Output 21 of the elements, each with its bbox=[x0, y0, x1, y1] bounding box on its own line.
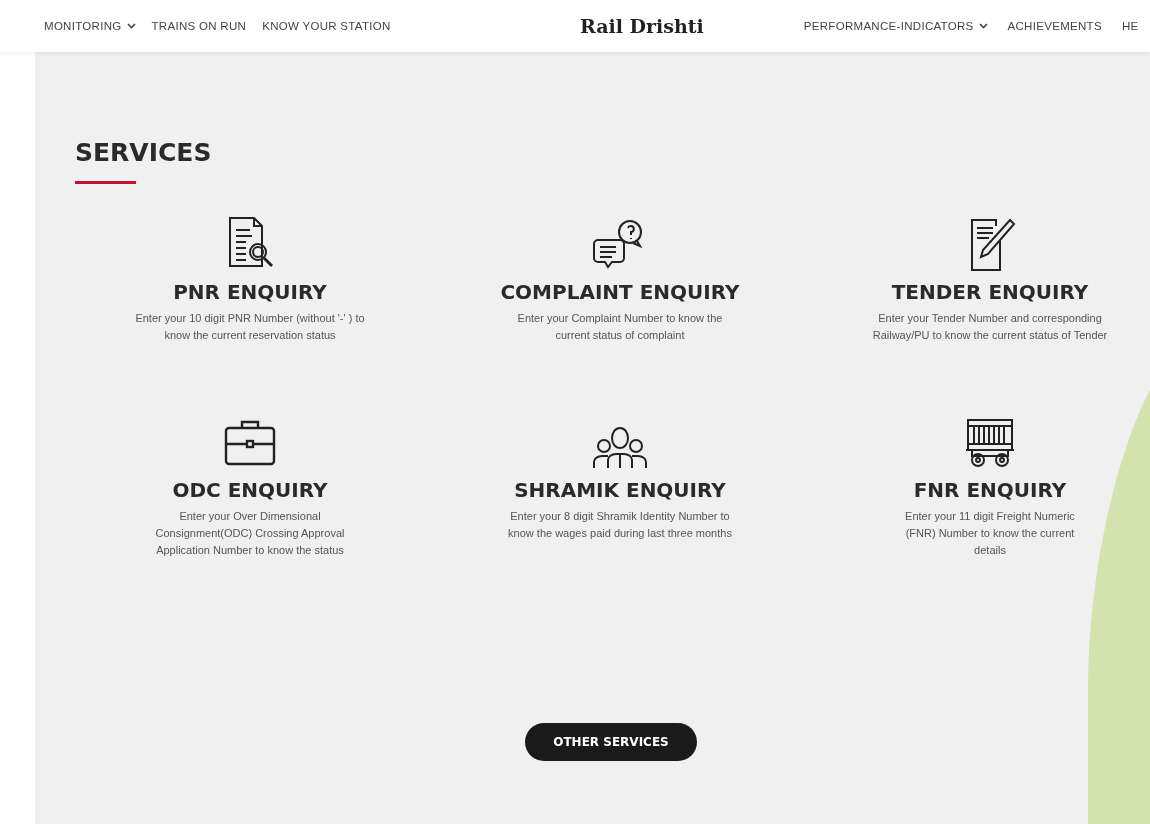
nav-link[interactable]: ACHIEVEMENTS bbox=[1007, 20, 1102, 32]
nav-link[interactable]: KNOW YOUR STATION bbox=[262, 20, 391, 32]
section-heading: SERVICES bbox=[75, 138, 212, 167]
service-description: Enter your Over Dimensional Consignment(ODC) Crossing Approval Application Number to know the status bbox=[154, 509, 346, 558]
service-title[interactable]: FNR ENQUIRY bbox=[913, 478, 1067, 502]
other-services-button[interactable]: OTHER SERVICES bbox=[525, 723, 697, 761]
service-description: Enter your Complaint Number to know the current status of complaint bbox=[516, 311, 724, 343]
service-title[interactable]: TENDER ENQUIRY bbox=[891, 280, 1089, 304]
nav-link[interactable]: HE bbox=[1121, 20, 1139, 32]
service-title[interactable]: SHRAMIK ENQUIRY bbox=[514, 478, 726, 502]
service-title[interactable]: ODC ENQUIRY bbox=[172, 478, 328, 502]
service-title[interactable]: PNR ENQUIRY bbox=[173, 280, 327, 304]
service-description: Enter your Tender Number and corresponding Railway/PU to know the current status of Tender bbox=[871, 311, 1109, 343]
service-description: Enter your 11 digit Freight Numeric (FNR) Number to know the current details bbox=[904, 509, 1076, 558]
nav-link[interactable]: TRAINS ON RUN bbox=[151, 20, 247, 32]
service-title[interactable]: COMPLAINT ENQUIRY bbox=[500, 280, 740, 304]
site-title[interactable]: Rail Drishti bbox=[580, 15, 704, 37]
service-description: Enter your 10 digit PNR Number (without '-' ) to know the current reservation status bbox=[134, 311, 366, 343]
nav-link[interactable]: PERFORMANCE-INDICATORS bbox=[803, 20, 988, 32]
nav-link[interactable]: MONITORING bbox=[44, 20, 136, 32]
service-description: Enter your 8 digit Shramik Identity Number to know the wages paid during last three months bbox=[507, 509, 733, 541]
